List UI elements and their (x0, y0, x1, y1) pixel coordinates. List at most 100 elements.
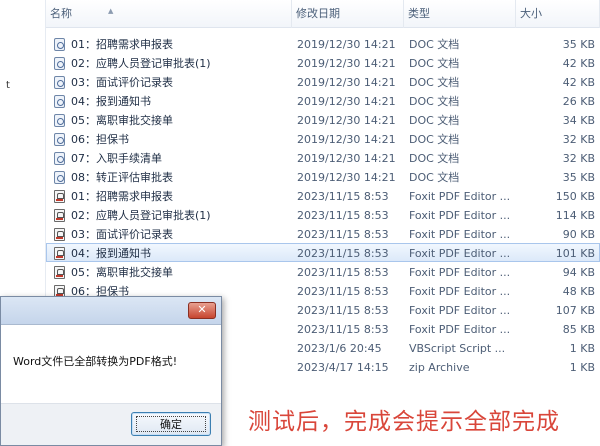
column-header-size-label: 大小 (520, 7, 542, 20)
file-icon-cell (53, 228, 67, 242)
file-size: 32 KB (562, 152, 595, 165)
file-size: 42 KB (562, 76, 595, 89)
file-icon-cell (53, 171, 67, 185)
file-name: 02：应聘人员登记审批表(1) (71, 57, 211, 70)
column-header-bar: ▲ 名称 修改日期 类型 大小 (46, 0, 600, 28)
file-size: 1 KB (569, 342, 595, 355)
file-name: 05：离职审批交接单 (71, 114, 173, 127)
file-size: 150 KB (555, 190, 595, 203)
file-type: DOC 文档 (409, 133, 460, 146)
file-row[interactable]: 07：入职手续清单 2019/12/30 14:21 DOC 文档 32 KB (46, 148, 600, 167)
file-name: 07：入职手续清单 (71, 152, 162, 165)
file-type: Foxit PDF Editor ... (409, 247, 511, 260)
file-date: 2023/11/15 8:53 (297, 304, 389, 317)
file-icon-cell (53, 247, 67, 261)
file-date: 2019/12/30 14:21 (297, 38, 396, 51)
file-type: DOC 文档 (409, 57, 460, 70)
file-type: Foxit PDF Editor ... (409, 228, 511, 241)
file-date: 2023/11/15 8:53 (297, 285, 389, 298)
pdf-file-icon (54, 247, 65, 260)
file-size: 90 KB (562, 228, 595, 241)
file-type: Foxit PDF Editor ... (409, 323, 511, 336)
doc-file-icon (54, 171, 65, 184)
file-type: DOC 文档 (409, 152, 460, 165)
file-row[interactable]: 06：担保书 2019/12/30 14:21 DOC 文档 32 KB (46, 129, 600, 148)
column-header-date-label: 修改日期 (296, 7, 340, 20)
file-size: 35 KB (562, 171, 595, 184)
close-icon: ✕ (197, 303, 207, 316)
file-date: 2023/11/15 8:53 (297, 266, 389, 279)
file-size: 35 KB (562, 38, 595, 51)
focus-ring (136, 416, 206, 432)
dialog-footer: 确定 (1, 403, 221, 445)
file-type: Foxit PDF Editor ... (409, 190, 511, 203)
file-size: 94 KB (562, 266, 595, 279)
file-icon-cell (53, 95, 67, 109)
file-type: DOC 文档 (409, 76, 460, 89)
file-row[interactable]: 01：招聘需求申报表 2019/12/30 14:21 DOC 文档 35 KB (46, 34, 600, 53)
column-header-name[interactable]: ▲ 名称 (46, 0, 292, 28)
column-header-type-label: 类型 (408, 7, 430, 20)
dialog-close-button[interactable]: ✕ (188, 302, 216, 319)
file-type: Foxit PDF Editor ... (409, 285, 511, 298)
file-icon-cell (53, 38, 67, 52)
file-date: 2023/11/15 8:53 (297, 323, 389, 336)
file-size: 32 KB (562, 133, 595, 146)
annotation-caption: 测试后，完成会提示全部完成 (248, 409, 560, 435)
file-size: 48 KB (562, 285, 595, 298)
file-date: 2019/12/30 14:21 (297, 171, 396, 184)
column-header-type[interactable]: 类型 (404, 0, 516, 28)
file-icon-cell (53, 114, 67, 128)
file-date: 2019/12/30 14:21 (297, 95, 396, 108)
file-type: Foxit PDF Editor ... (409, 266, 511, 279)
file-row[interactable]: 02：应聘人员登记审批表(1) 2019/12/30 14:21 DOC 文档 42 … (46, 53, 600, 72)
doc-file-icon (54, 114, 65, 127)
pdf-file-icon (54, 190, 65, 203)
file-size: 34 KB (562, 114, 595, 127)
file-row[interactable]: 01：招聘需求申报表 2023/11/15 8:53 Foxit PDF Edito… (46, 186, 600, 205)
file-type: DOC 文档 (409, 95, 460, 108)
column-header-name-label: 名称 (50, 7, 72, 20)
file-date: 2019/12/30 14:21 (297, 133, 396, 146)
file-row[interactable]: 02：应聘人员登记审批表(1) 2023/11/15 8:53 Foxit PDF … (46, 205, 600, 224)
file-type: VBScript Script ... (409, 342, 506, 355)
file-row[interactable]: 04：报到通知书 2023/11/15 8:53 Foxit PDF Editor … (46, 243, 600, 262)
doc-file-icon (54, 38, 65, 51)
file-date: 2019/12/30 14:21 (297, 152, 396, 165)
column-header-size[interactable]: 大小 (516, 0, 600, 28)
file-name: 02：应聘人员登记审批表(1) (71, 209, 211, 222)
file-date: 2023/11/15 8:53 (297, 228, 389, 241)
file-row[interactable]: 03：面试评价记录表 2019/12/30 14:21 DOC 文档 42 KB (46, 72, 600, 91)
file-type: DOC 文档 (409, 171, 460, 184)
file-type: zip Archive (409, 361, 470, 374)
file-name: 05：离职审批交接单 (71, 266, 173, 279)
file-icon-cell (53, 152, 67, 166)
file-icon-cell (53, 76, 67, 90)
file-name: 04：报到通知书 (71, 95, 151, 108)
file-date: 2023/11/15 8:53 (297, 247, 389, 260)
dialog-titlebar[interactable]: ✕ (1, 297, 221, 325)
conversion-complete-dialog: ✕ Word文件已全部转换为PDF格式! 确定 (0, 296, 222, 446)
dialog-message: Word文件已全部转换为PDF格式! (13, 355, 178, 368)
file-row[interactable]: 03：面试评价记录表 2023/11/15 8:53 Foxit PDF Edito… (46, 224, 600, 243)
file-icon-cell (53, 133, 67, 147)
file-size: 1 KB (569, 361, 595, 374)
ok-button[interactable]: 确定 (131, 412, 211, 436)
column-header-date[interactable]: 修改日期 (292, 0, 404, 28)
file-date: 2019/12/30 14:21 (297, 76, 396, 89)
file-row[interactable]: 05：离职审批交接单 2019/12/30 14:21 DOC 文档 34 KB (46, 110, 600, 129)
file-row[interactable]: 05：离职审批交接单 2023/11/15 8:53 Foxit PDF Edito… (46, 262, 600, 281)
file-type: DOC 文档 (409, 114, 460, 127)
file-icon-cell (53, 190, 67, 204)
file-date: 2023/4/17 14:15 (297, 361, 389, 374)
pdf-file-icon (54, 266, 65, 279)
doc-file-icon (54, 57, 65, 70)
file-row[interactable]: 04：报到通知书 2019/12/30 14:21 DOC 文档 26 KB (46, 91, 600, 110)
file-icon-cell (53, 266, 67, 280)
file-name: 04：报到通知书 (71, 247, 151, 260)
file-name: 08：转正评估审批表 (71, 171, 173, 184)
file-name: 01：招聘需求申报表 (71, 190, 173, 203)
file-name: 06：担保书 (71, 133, 129, 146)
file-size: 114 KB (555, 209, 595, 222)
file-row[interactable]: 08：转正评估审批表 2019/12/30 14:21 DOC 文档 35 KB (46, 167, 600, 186)
